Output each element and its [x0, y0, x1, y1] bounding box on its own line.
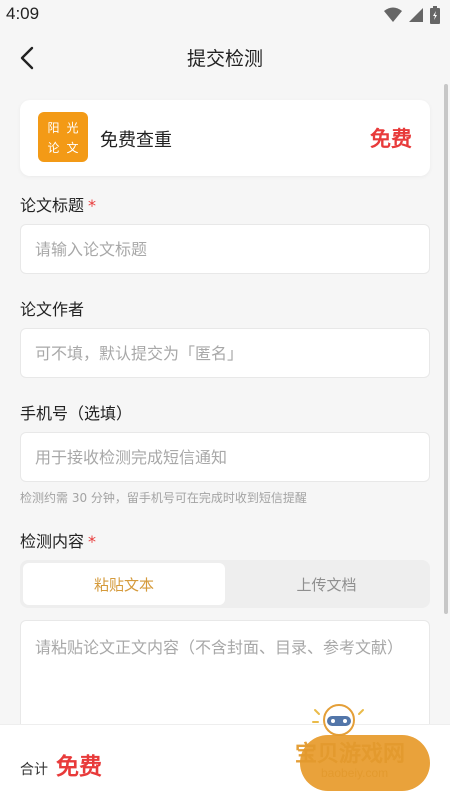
phone-hint: 检测约需 30 分钟，留手机号可在完成时收到短信提醒	[20, 491, 307, 505]
form-content[interactable]: 阳 光 论 文 免费查重 免费 论文标题* 论文作者 手机号（选填） 检测约需 …	[0, 84, 450, 724]
page-title: 提交检测	[186, 48, 263, 70]
logo-char: 光	[66, 120, 79, 135]
total-value: 免费	[56, 754, 102, 780]
content-label: 检测内容 *	[20, 528, 96, 552]
watermark-url: baobeiy.com	[321, 766, 389, 780]
logo-char: 文	[66, 140, 79, 155]
tab-paste-text[interactable]: 粘贴文本	[23, 563, 225, 605]
nav-bar: 提交检测	[0, 32, 450, 84]
logo-char: 阳	[47, 120, 60, 135]
author-input[interactable]	[20, 328, 430, 378]
scrollbar[interactable]	[444, 84, 448, 614]
phone-label: 手机号（选填）	[20, 404, 133, 423]
tab-upload-document[interactable]: 上传文档	[226, 563, 427, 605]
required-mark: *	[88, 532, 97, 551]
status-time: 4:09	[6, 4, 40, 23]
logo-char: 论	[47, 140, 60, 155]
title-input[interactable]	[20, 224, 430, 274]
product-logo: 阳 光 论 文	[38, 112, 88, 162]
title-label: 论文标题 *	[20, 192, 96, 216]
product-card: 阳 光 论 文 免费查重 免费	[20, 100, 430, 176]
author-label: 论文作者	[20, 300, 85, 319]
content-label-text: 检测内容	[20, 532, 85, 551]
status-icons	[384, 6, 440, 28]
product-price: 免费	[370, 127, 412, 151]
battery-icon	[430, 6, 440, 28]
status-bar: 4:09	[0, 0, 450, 32]
wifi-icon	[384, 7, 402, 27]
content-tabs: 粘贴文本 上传文档	[20, 560, 430, 608]
total-label: 合计	[20, 762, 48, 778]
phone-input[interactable]	[20, 432, 430, 482]
required-mark: *	[88, 196, 97, 215]
gamepad-icon	[312, 704, 364, 736]
title-label-text: 论文标题	[20, 196, 85, 215]
watermark-text: 宝贝游戏网	[295, 742, 406, 767]
product-name: 免费查重	[100, 130, 172, 151]
watermark: 宝贝游戏网 baobeiy.com	[295, 700, 430, 790]
signal-icon	[408, 7, 424, 27]
